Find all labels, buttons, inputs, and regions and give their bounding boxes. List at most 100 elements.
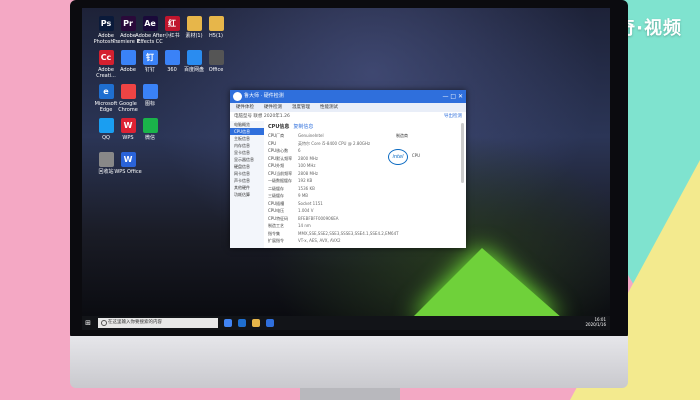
info-row: 扩展指令 VT-x, AES, AVX, AVX2 <box>268 237 456 245</box>
edge-taskbar-icon[interactable] <box>238 319 246 327</box>
info-row: CPU当前频率 2808 MHz <box>268 170 456 178</box>
info-row: CPU特征码 BFEBFBFF000906EA <box>268 215 456 223</box>
tab-3[interactable]: 温度管理 <box>292 103 310 112</box>
desktop-icon[interactable]: Office <box>198 50 234 73</box>
info-key: 制造工艺 <box>268 223 284 228</box>
info-key: CPU当前频率 <box>268 170 293 176</box>
info-value: 1536 KB <box>298 185 315 191</box>
system-tray[interactable]: 16:01 2020/1/16 <box>585 317 606 327</box>
sidebar-item[interactable]: 显卡信息 <box>230 149 264 156</box>
info-row: 制造工艺 14 nm <box>268 222 456 230</box>
info-row: 一级数据缓存 192 KB <box>268 177 456 185</box>
window-tabs: 硬件体检 硬件检测 温度管理 性能测试 <box>230 103 466 112</box>
info-value: BFEBFBFF000906EA <box>298 215 339 221</box>
sidebar-item[interactable]: 主板信息 <box>230 135 264 142</box>
info-key: CPU默认频率 <box>268 155 293 161</box>
glowing-tent <box>412 248 562 318</box>
cpu-label: CPU <box>411 153 420 158</box>
manufacturer-caption: 制造商 <box>396 133 408 138</box>
sidebar-item[interactable]: 电脑概览 <box>230 121 264 128</box>
monitor-chin <box>70 336 628 388</box>
sidebar-item[interactable]: 硬盘信息 <box>230 163 264 170</box>
desktop-screen: Ps Adobe Photosh... Pr Adobe Premiere P... A… <box>82 8 610 330</box>
info-value: MMX,SSE,SSE2,SSE3,SSSE3,SSE4.1,SSE4.2,EM… <box>298 230 399 236</box>
info-row: CPU 英特尔 Core i5-8400 CPU @ 2.80GHz <box>268 140 456 148</box>
app-icon: W <box>120 152 136 167</box>
info-row: 指令集 MMX,SSE,SSE2,SSE3,SSSE3,SSE4.1,SSE4.2… <box>268 230 456 238</box>
info-value: Socket 1151 <box>298 200 323 206</box>
info-row: 三级缓存 9 MB <box>268 192 456 200</box>
window-controls-icon[interactable]: — □ ✕ <box>442 90 463 103</box>
desktop-icon-label: H5(1) <box>208 33 224 39</box>
desktop-icon-label: 图标 <box>144 101 155 107</box>
info-value: 192 KB <box>298 178 313 183</box>
info-key: 指令集 <box>268 230 280 236</box>
intel-logo-icon: intel <box>388 149 408 165</box>
info-row: CPU厂商 GenuineIntel <box>268 132 456 140</box>
info-key: CPU插槽 <box>268 200 285 206</box>
sidebar-item[interactable]: 内存信息 <box>230 142 264 149</box>
app-icon <box>208 50 224 65</box>
sidebar-item[interactable]: 网卡信息 <box>230 170 264 177</box>
desktop-icon[interactable]: W WPS Office <box>110 152 146 175</box>
sidebar-item[interactable]: 显示器信息 <box>230 156 264 163</box>
info-value: 2808 MHz <box>298 170 319 176</box>
info-value: 英特尔 Core i5-8400 CPU @ 2.80GHz <box>298 140 371 146</box>
info-key: 一级数据缓存 <box>268 178 292 183</box>
info-row: 二级缓存 1536 KB <box>268 185 456 193</box>
app-icon <box>142 118 158 133</box>
info-key: 扩展指令 <box>268 238 284 243</box>
info-value: GenuineIntel <box>298 133 324 138</box>
info-bar: 电脑型号 联想 2020年1.26 导出检测 <box>230 112 466 121</box>
tab-4[interactable]: 性能测试 <box>320 103 338 112</box>
sidebar-item[interactable]: 其他硬件 <box>230 184 264 191</box>
info-row: CPU核心数 6 <box>268 147 456 155</box>
cpu-info-panel: CPU信息 复制信息 CPU厂商 GenuineIntel CPU 英特尔 Core i… <box>268 123 456 248</box>
app-icon <box>208 16 224 31</box>
info-value: 14 nm <box>298 223 311 228</box>
info-key: 二级缓存 <box>268 185 284 191</box>
desktop-icon-label: WPS Office <box>114 169 142 175</box>
hardware-detect-window[interactable]: 鲁大师 · 硬件检测 — □ ✕ 硬件体检 硬件检测 温度管理 性能测试 电脑型… <box>230 90 466 248</box>
window-sidebar: 电脑概览 CPU信息 主板信息 内存信息 显卡信息 显示器信息 硬盘信息 网卡信… <box>230 121 264 248</box>
desktop-icon[interactable]: 图标 <box>132 84 168 107</box>
panel-title: CPU信息 复制信息 <box>268 124 314 130</box>
chrome-taskbar-icon[interactable] <box>224 319 232 327</box>
info-value: 6 <box>298 148 301 153</box>
folder-taskbar-icon[interactable] <box>252 319 260 327</box>
sidebar-item[interactable]: CPU信息 <box>230 128 264 135</box>
clock-date: 2020/1/16 <box>585 322 606 327</box>
app-taskbar-icon[interactable] <box>266 319 274 327</box>
window-title: 鲁大师 · 硬件检测 <box>244 93 284 99</box>
info-value: 2800 MHz <box>298 155 319 161</box>
info-value: 9 MB <box>298 193 309 198</box>
tab-1[interactable]: 硬件体检 <box>236 103 254 112</box>
info-row: CPU插槽 Socket 1151 <box>268 200 456 208</box>
info-value: 100 MHz <box>298 163 316 168</box>
monitor-stand <box>300 388 400 400</box>
info-link[interactable]: 导出检测 <box>444 112 462 121</box>
window-titlebar[interactable]: 鲁大师 · 硬件检测 — □ ✕ <box>230 90 466 103</box>
scrollbar[interactable] <box>461 123 464 183</box>
desktop-icon-label: Office <box>208 67 224 73</box>
sidebar-item[interactable]: 功耗估算 <box>230 191 264 198</box>
desktop-icon[interactable]: 微信 <box>132 118 168 141</box>
info-key: CPU核心数 <box>268 148 289 153</box>
start-button[interactable]: ⊞ <box>82 319 94 327</box>
copy-link[interactable]: 复制信息 <box>293 124 313 130</box>
sidebar-item[interactable]: 声卡信息 <box>230 177 264 184</box>
info-key: CPU外频 <box>268 163 285 168</box>
app-icon <box>142 84 158 99</box>
desktop-icon-label: 微信 <box>144 135 155 141</box>
info-text: 电脑型号 联想 2020年1.26 <box>234 114 290 119</box>
app-logo-icon <box>233 92 242 101</box>
info-value: VT-x, AES, AVX, AVX2 <box>298 238 341 243</box>
desktop-icon[interactable]: H5(1) <box>198 16 234 39</box>
info-row: CPU外频 100 MHz <box>268 162 456 170</box>
info-key: CPU厂商 <box>268 133 285 138</box>
info-key: CPU <box>268 140 277 146</box>
taskbar: ⊞ 在这里输入你要搜索的内容 16:01 2020/1/16 <box>82 316 610 330</box>
tab-2[interactable]: 硬件检测 <box>264 103 282 112</box>
info-key: 三级缓存 <box>268 193 284 198</box>
taskbar-search[interactable]: 在这里输入你要搜索的内容 <box>98 318 218 328</box>
